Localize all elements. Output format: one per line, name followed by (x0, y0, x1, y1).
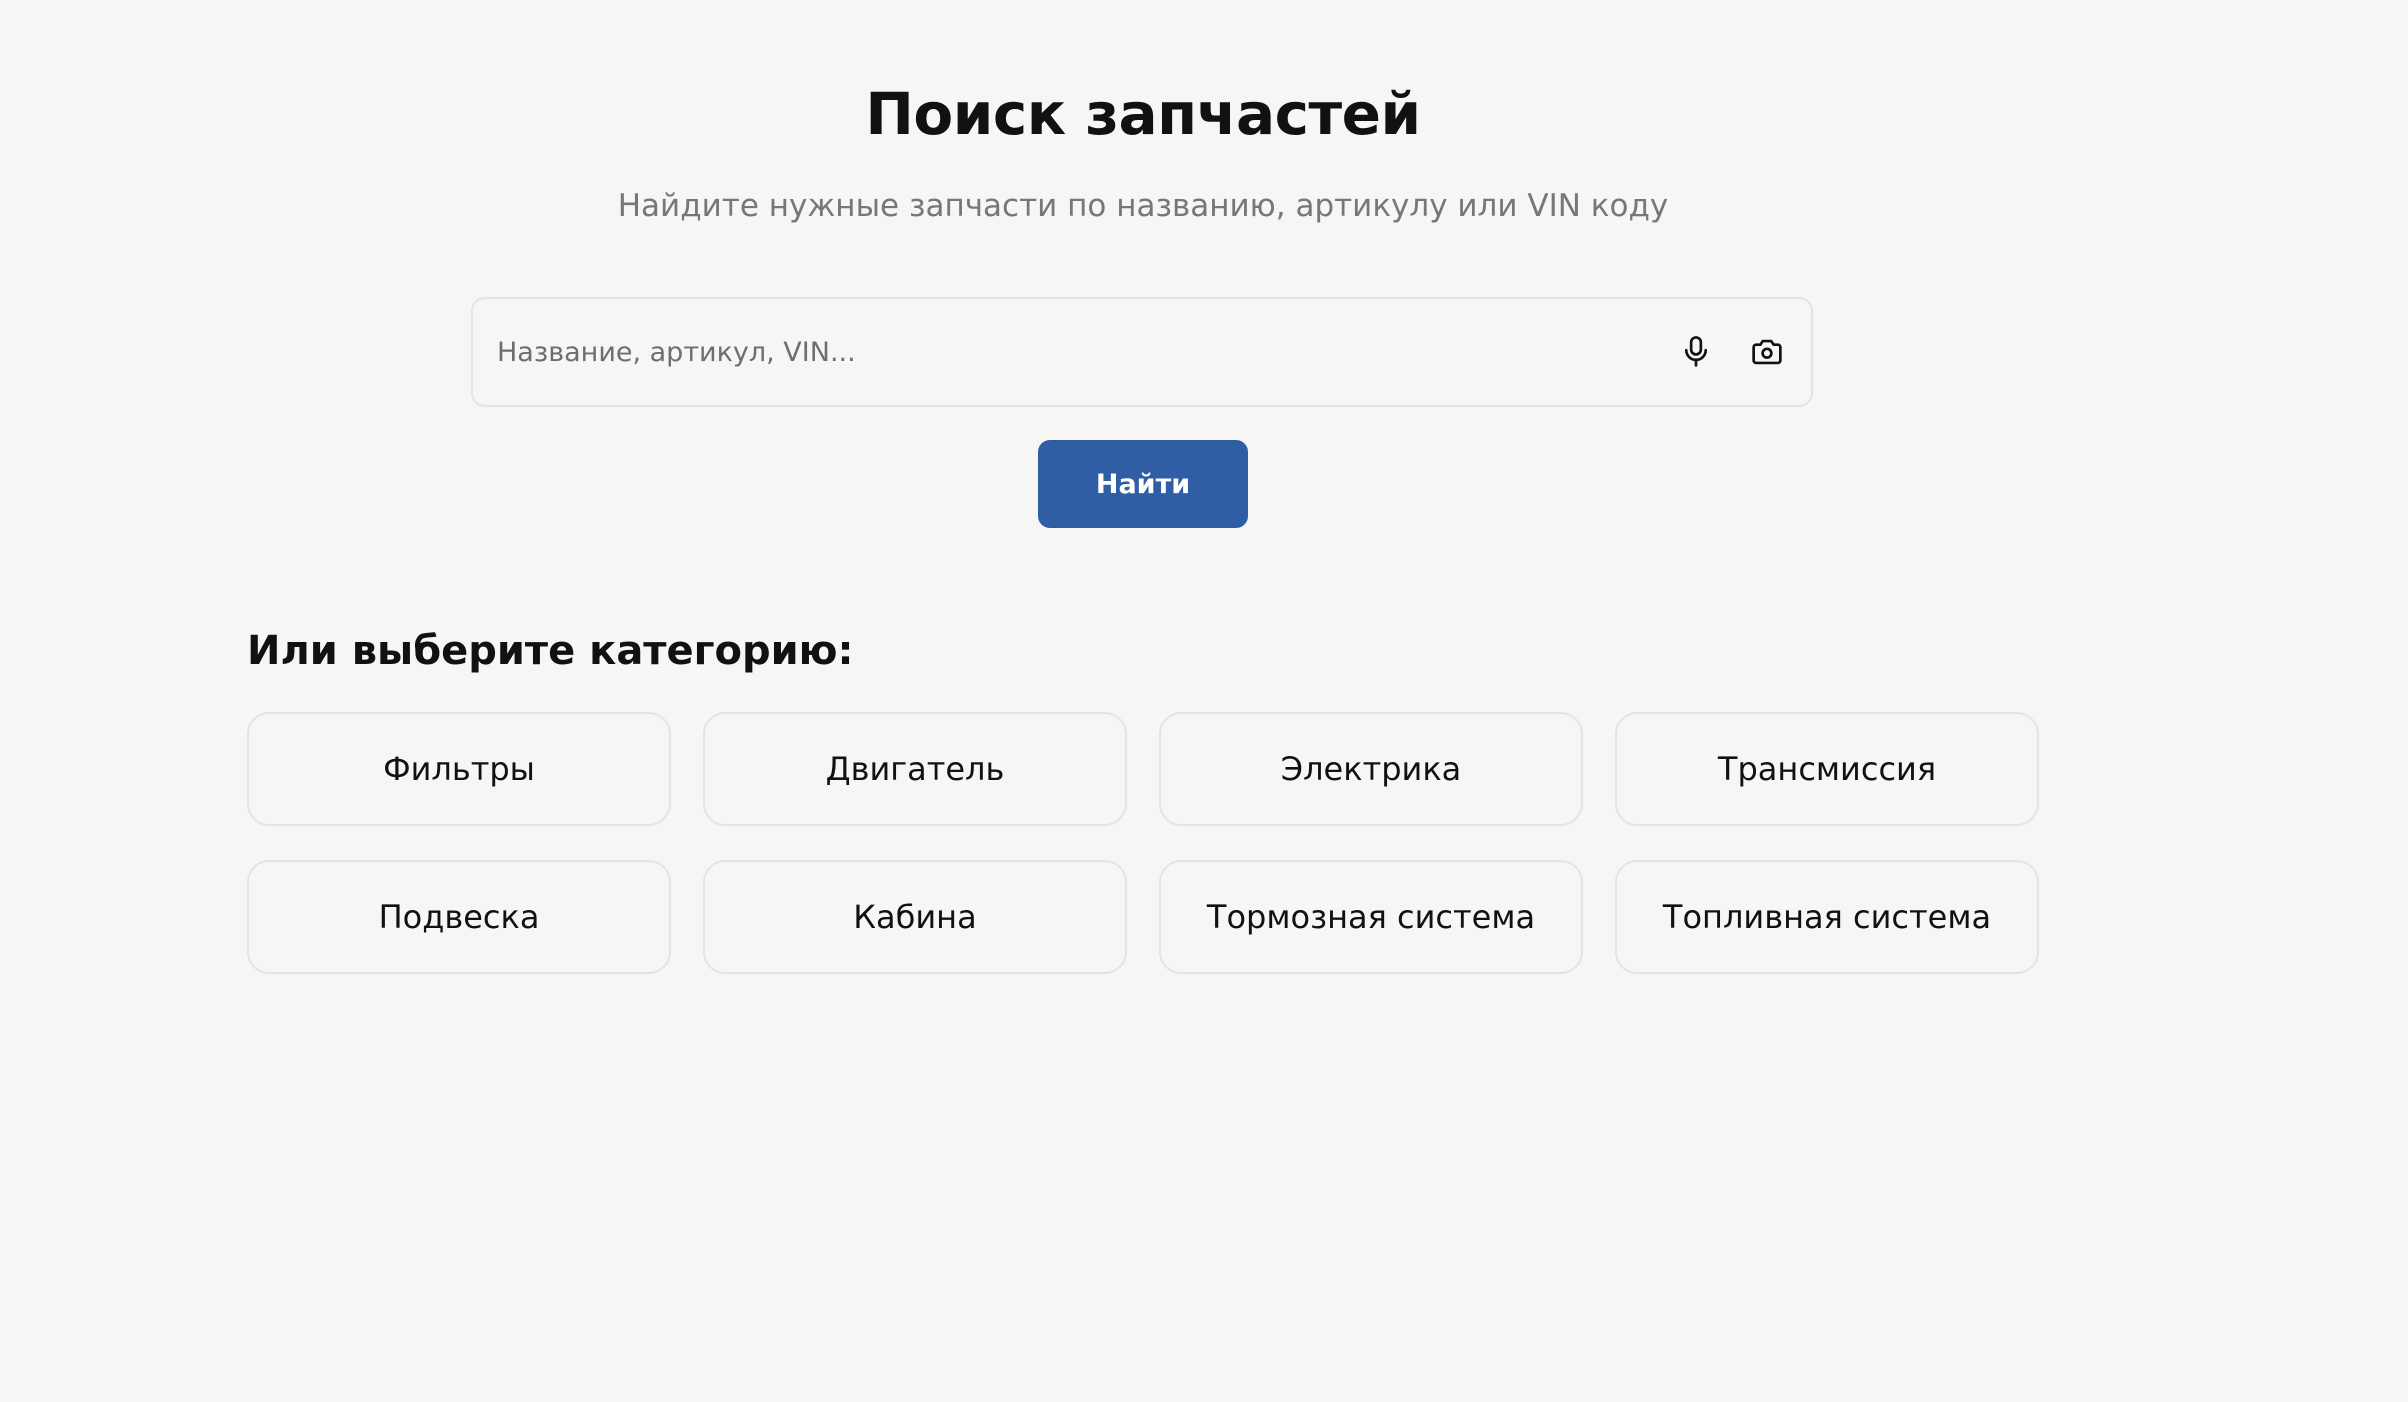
category-grid: Фильтры Двигатель Электрика Трансмиссия … (247, 712, 2039, 974)
category-suspension[interactable]: Подвеска (247, 860, 671, 974)
page-title: Поиск запчастей (865, 80, 1421, 148)
category-electrics[interactable]: Электрика (1159, 712, 1583, 826)
search-button[interactable]: Найти (1038, 440, 1248, 528)
microphone-icon[interactable] (1672, 328, 1720, 376)
camera-icon[interactable] (1743, 328, 1791, 376)
category-filters[interactable]: Фильтры (247, 712, 671, 826)
parts-search-page: Поиск запчастей Найдите нужные запчасти … (0, 0, 2408, 1402)
category-fuel-system[interactable]: Топливная система (1615, 860, 2039, 974)
category-engine[interactable]: Двигатель (703, 712, 1127, 826)
category-transmission[interactable]: Трансмиссия (1615, 712, 2039, 826)
categories-heading: Или выберите категорию: (247, 628, 854, 674)
page-subtitle: Найдите нужные запчасти по названию, арт… (617, 188, 1669, 224)
search-box (471, 297, 1813, 407)
category-brake-system[interactable]: Тормозная система (1159, 860, 1583, 974)
search-input[interactable] (497, 299, 1597, 405)
category-cabin[interactable]: Кабина (703, 860, 1127, 974)
